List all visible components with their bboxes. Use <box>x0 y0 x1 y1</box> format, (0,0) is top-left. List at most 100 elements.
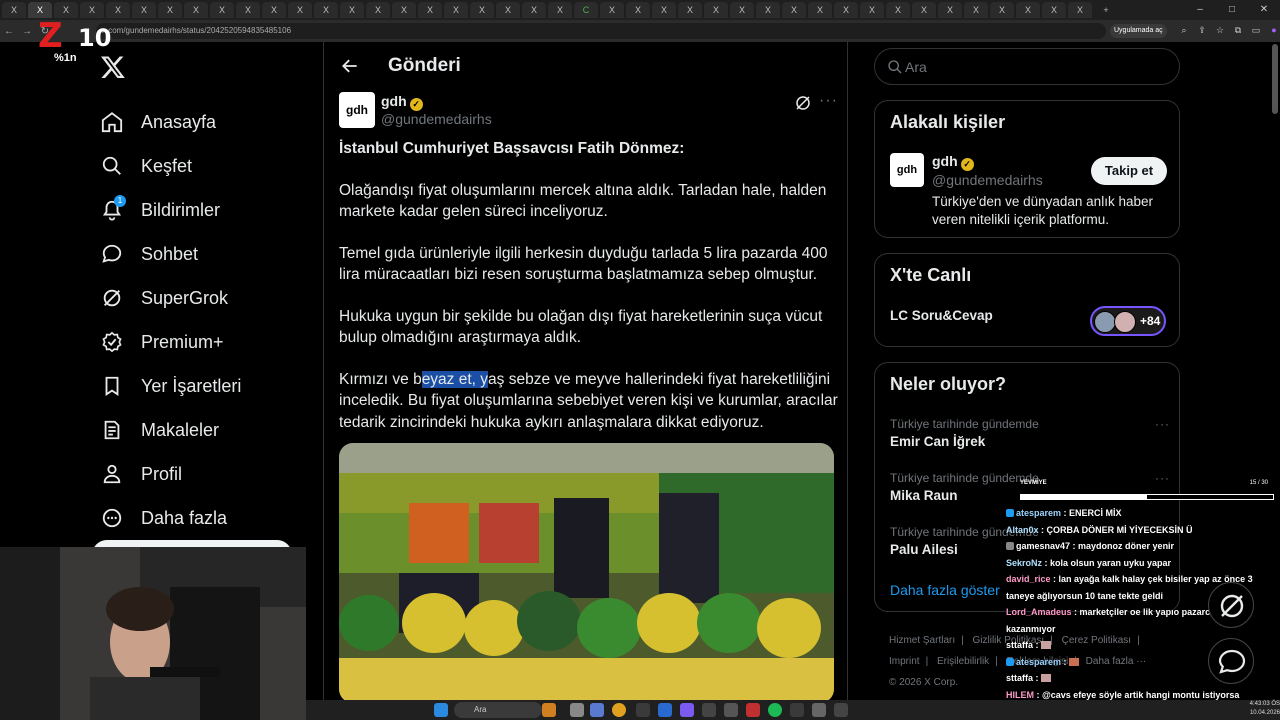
back-nav-icon[interactable]: ← <box>0 26 18 37</box>
star-icon[interactable]: ☆ <box>1214 24 1226 36</box>
author-avatar[interactable]: gdh <box>339 92 375 128</box>
related-name[interactable]: gdh ✓ <box>932 153 974 171</box>
browser-tab[interactable]: X <box>808 2 832 18</box>
browser-tab[interactable]: X <box>548 2 572 18</box>
browser-tab[interactable]: X <box>340 2 364 18</box>
chat-username[interactable]: david_rice <box>1006 574 1051 584</box>
nav-item-premium[interactable]: Premium+ <box>100 320 300 364</box>
browser-tab[interactable]: X <box>288 2 312 18</box>
post-image[interactable] <box>339 443 834 703</box>
nav-item-articles[interactable]: Makaleler <box>100 408 300 452</box>
app-icon[interactable] <box>658 703 672 717</box>
share-icon[interactable]: ⇪ <box>1196 24 1208 36</box>
page-scrollbar[interactable] <box>1272 44 1278 114</box>
browser-tab[interactable]: X <box>496 2 520 18</box>
live-listeners[interactable]: +84 <box>1090 306 1166 336</box>
browser-tab[interactable]: X <box>964 2 988 18</box>
chat-username[interactable]: HILEM <box>1006 690 1034 700</box>
browser-tab[interactable]: X <box>522 2 546 18</box>
browser-tab[interactable]: X <box>262 2 286 18</box>
browser-tab[interactable]: X <box>210 2 234 18</box>
browser-tab[interactable]: X <box>678 2 702 18</box>
close-window-button[interactable]: ✕ <box>1248 0 1280 20</box>
browser-tab[interactable]: X <box>418 2 442 18</box>
windows-start-icon[interactable] <box>434 703 448 717</box>
profile-icon[interactable]: ● <box>1268 24 1280 36</box>
taskbar-search[interactable]: Ara <box>454 702 542 718</box>
browser-tab[interactable]: X <box>236 2 260 18</box>
browser-tab[interactable]: X <box>990 2 1014 18</box>
browser-tab[interactable]: X <box>366 2 390 18</box>
author-handle[interactable]: @gundemedairhs <box>381 111 492 127</box>
browser-tab[interactable]: X <box>834 2 858 18</box>
follow-button[interactable]: Takip et <box>1091 157 1167 185</box>
nav-item-explore[interactable]: Keşfet <box>100 144 300 188</box>
nav-item-bookmarks[interactable]: Yer İşaretleri <box>100 364 300 408</box>
chat-username[interactable]: Lord_Amadeus <box>1006 607 1072 617</box>
related-avatar[interactable]: gdh <box>890 153 924 187</box>
taskbar-clock[interactable]: 4:43:03 ÖS 10.04.2026 <box>1240 700 1280 720</box>
more-options-icon[interactable]: ··· <box>1155 417 1170 431</box>
back-arrow-icon[interactable] <box>340 56 360 76</box>
extensions-icon[interactable]: ⧉ <box>1232 24 1244 36</box>
maximize-button[interactable]: □ <box>1216 0 1248 20</box>
browser-tab[interactable]: X <box>2 2 26 18</box>
chat-username[interactable]: atesparem <box>1016 657 1061 667</box>
show-more-link[interactable]: Daha fazla göster <box>890 582 1000 598</box>
app-icon[interactable] <box>724 703 738 717</box>
app-icon[interactable] <box>834 703 848 717</box>
nav-item-more[interactable]: Daha fazla <box>100 496 300 540</box>
url-field[interactable]: x.com/gundemedairhs/status/2042520594835… <box>96 23 1106 39</box>
zoom-icon[interactable]: ⌕ <box>1178 24 1190 36</box>
chat-username[interactable]: gamesnav47 <box>1016 541 1070 551</box>
app-icon[interactable] <box>590 703 604 717</box>
chat-username[interactable]: atesparem <box>1016 508 1061 518</box>
browser-tab[interactable]: X <box>184 2 208 18</box>
search-box[interactable]: Ara <box>874 48 1180 85</box>
chat-username[interactable]: sttaffa <box>1006 673 1033 683</box>
x-logo-icon[interactable] <box>100 54 126 80</box>
forward-nav-icon[interactable]: → <box>18 26 36 37</box>
author-name[interactable]: gdh ✓ <box>381 93 423 111</box>
app-icon[interactable] <box>542 703 556 717</box>
browser-tab[interactable]: X <box>392 2 416 18</box>
nav-item-chat[interactable]: Sohbet <box>100 232 300 276</box>
app-icon[interactable] <box>746 703 760 717</box>
trend-item[interactable]: Türkiye tarihinde gündemde Emir Can İğre… <box>890 417 1170 449</box>
related-handle[interactable]: @gundemedairhs <box>932 172 1043 188</box>
app-icon[interactable] <box>570 703 584 717</box>
chat-username[interactable]: Altan0x <box>1006 525 1039 535</box>
browser-tab[interactable]: X <box>314 2 338 18</box>
nav-item-profile[interactable]: Profil <box>100 452 300 496</box>
browser-tab[interactable]: X <box>782 2 806 18</box>
browser-tab[interactable]: X <box>470 2 494 18</box>
grok-icon[interactable] <box>794 94 812 112</box>
browser-tab[interactable]: X <box>158 2 182 18</box>
new-tab-button[interactable]: + <box>1094 2 1118 18</box>
footer-link[interactable]: Imprint <box>889 656 920 667</box>
app-icon[interactable] <box>812 703 826 717</box>
browser-tab[interactable]: X <box>860 2 884 18</box>
browser-tab[interactable]: X <box>600 2 624 18</box>
app-icon[interactable] <box>790 703 804 717</box>
browser-tab[interactable]: X <box>886 2 910 18</box>
nav-item-notifications[interactable]: 1 Bildirimler <box>100 188 300 232</box>
browser-tab[interactable]: X <box>1068 2 1092 18</box>
browser-tab[interactable]: X <box>730 2 754 18</box>
browser-tab[interactable]: X <box>756 2 780 18</box>
grok-fab[interactable] <box>1208 582 1254 628</box>
messages-fab[interactable] <box>1208 638 1254 684</box>
chat-username[interactable]: SekroNz <box>1006 558 1042 568</box>
footer-link[interactable]: Erişilebilirlik <box>937 656 989 667</box>
browser-tab[interactable]: X <box>704 2 728 18</box>
footer-link[interactable]: Hizmet Şartları <box>889 635 955 646</box>
browser-tab[interactable]: X <box>106 2 130 18</box>
sidebar-icon[interactable]: ▭ <box>1250 24 1262 36</box>
browser-tab[interactable]: X <box>444 2 468 18</box>
browser-tab[interactable]: X <box>938 2 962 18</box>
spotify-icon[interactable] <box>768 703 782 717</box>
app-icon[interactable] <box>680 703 694 717</box>
live-space-name[interactable]: LC Soru&Cevap <box>890 308 993 323</box>
browser-tab[interactable]: X <box>1042 2 1066 18</box>
browser-tab[interactable]: X <box>652 2 676 18</box>
